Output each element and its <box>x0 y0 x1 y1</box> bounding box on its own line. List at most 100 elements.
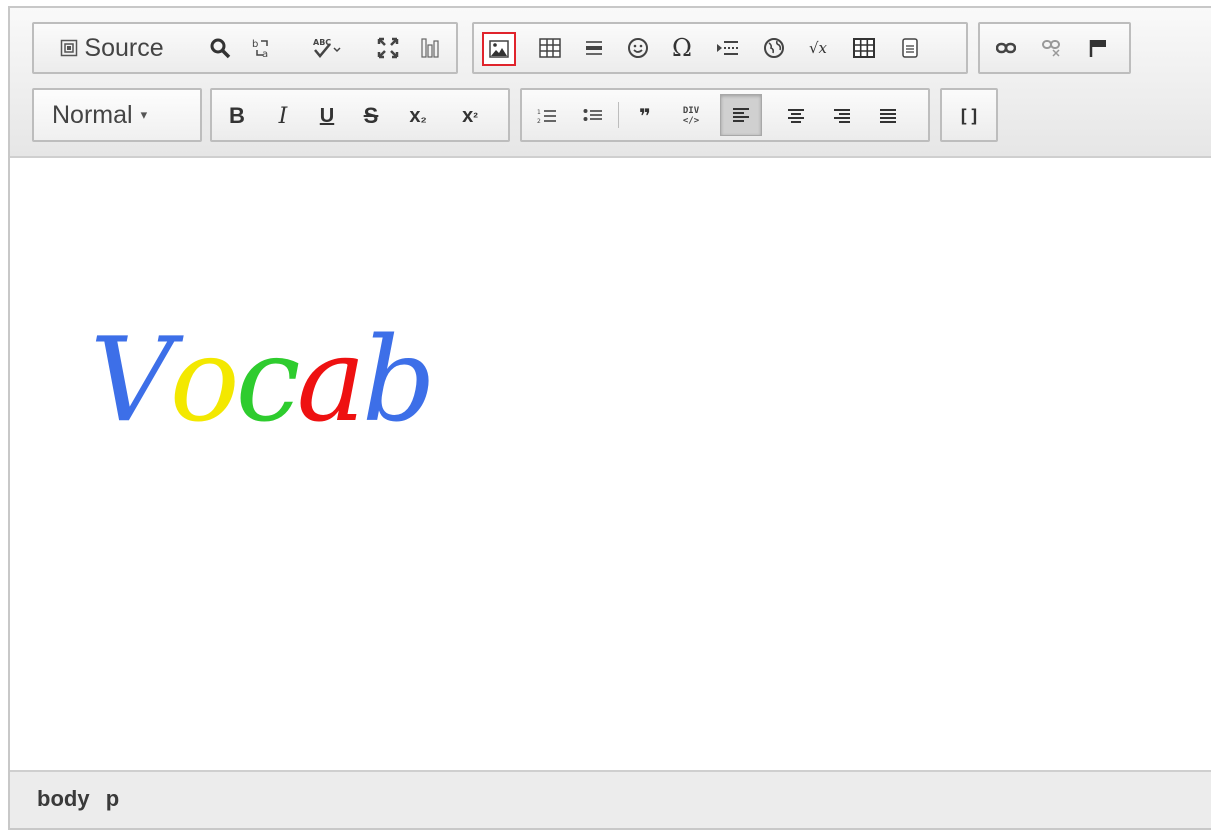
superscript-mark: ² <box>473 108 478 125</box>
vocab-letter: a <box>296 313 366 448</box>
superscript-icon: x² <box>462 105 478 128</box>
replace-icon: ba <box>251 37 273 59</box>
globe-icon <box>763 37 785 59</box>
align-center-icon <box>786 107 806 125</box>
svg-text:a: a <box>262 49 268 59</box>
format-combo-inner: Normal ▾ <box>38 96 196 134</box>
replace-button[interactable]: ba <box>244 30 280 66</box>
paragraph-separator <box>618 102 619 128</box>
horizontal-rule-icon <box>584 38 604 58</box>
smiley-button[interactable] <box>620 30 656 66</box>
div-label-bottom: </> <box>682 116 700 126</box>
link-button[interactable] <box>988 30 1024 66</box>
find-button[interactable] <box>202 30 238 66</box>
insert-table-button[interactable] <box>846 30 882 66</box>
vocab-letter: b <box>361 313 436 448</box>
page-break-icon <box>716 38 740 58</box>
source-icon <box>60 39 78 57</box>
format-combo-label: Normal <box>52 100 133 129</box>
quote-icon: ❞ <box>639 104 651 128</box>
align-left-icon <box>731 106 751 124</box>
flag-icon <box>1088 38 1108 58</box>
chevron-down-icon: ▾ <box>140 107 148 123</box>
smiley-icon <box>627 37 649 59</box>
source-button[interactable]: Source <box>42 30 182 66</box>
vocab-letter: c <box>235 313 301 448</box>
spellcheck-button[interactable]: ABC <box>304 30 350 66</box>
brackets-icon: [] <box>958 105 980 127</box>
svg-text:1: 1 <box>537 109 541 116</box>
align-center-button[interactable] <box>778 98 814 134</box>
div-label-top: DIV <box>682 106 700 116</box>
unlink-button[interactable] <box>1034 30 1070 66</box>
iframe-button[interactable] <box>756 30 792 66</box>
subscript-icon: x₂ <box>409 105 426 128</box>
editor-toolbar: Source ba ABC Ω √x Normal ▾ B I U S x₂ x… <box>10 8 1211 158</box>
subscript-base: x <box>409 104 421 127</box>
element-path: body p <box>37 786 129 812</box>
align-right-button[interactable] <box>824 98 860 134</box>
editor-content[interactable]: Vocab <box>10 158 1211 772</box>
justify-icon <box>878 107 898 125</box>
subscript-mark: ₂ <box>420 108 427 125</box>
bold-icon: B <box>229 103 245 128</box>
italic-icon: I <box>278 103 288 129</box>
justify-button[interactable] <box>870 98 906 134</box>
vocab-letter: o <box>169 313 240 448</box>
anchor-button[interactable] <box>1080 30 1116 66</box>
path-item-p[interactable]: p <box>106 786 119 811</box>
strike-button[interactable]: S <box>352 98 390 134</box>
special-char-button[interactable]: Ω <box>664 30 700 66</box>
link-icon <box>996 41 1016 55</box>
strike-icon: S <box>363 103 379 128</box>
path-item-body[interactable]: body <box>37 786 90 811</box>
svg-text:b: b <box>252 39 258 50</box>
image-button[interactable] <box>482 32 516 66</box>
maximize-button[interactable] <box>370 30 406 66</box>
align-right-icon <box>832 107 852 125</box>
table-button[interactable] <box>532 30 568 66</box>
format-combo[interactable]: Normal ▾ <box>32 88 202 142</box>
brackets-button[interactable]: [] <box>950 98 988 134</box>
document-icon <box>901 38 919 58</box>
page-break-button[interactable] <box>710 30 746 66</box>
grid-icon <box>853 38 875 58</box>
table-icon <box>539 38 561 58</box>
horizontal-rule-button[interactable] <box>576 30 612 66</box>
omega-icon: Ω <box>672 34 692 62</box>
toolbar-group-paragraph: 12 ❞ DIV </> <box>520 88 930 142</box>
bold-button[interactable]: B <box>218 98 256 134</box>
toolbar-group-insert: Ω √x <box>472 22 968 74</box>
show-blocks-icon <box>420 37 440 59</box>
toolbar-group-other: [] <box>940 88 998 142</box>
bulleted-list-icon <box>583 107 603 125</box>
maximize-icon <box>377 37 399 59</box>
underline-icon: U <box>319 104 335 127</box>
vocab-heading-image: Vocab <box>90 313 436 448</box>
source-label: Source <box>84 33 164 62</box>
align-left-button[interactable] <box>720 94 762 136</box>
numbered-list-icon: 12 <box>537 107 557 125</box>
show-blocks-button[interactable] <box>412 30 448 66</box>
spellcheck-icon: ABC <box>312 36 342 60</box>
element-path-bar: body p <box>10 770 1211 828</box>
bulleted-list-button[interactable] <box>574 98 612 134</box>
template-button[interactable] <box>892 30 928 66</box>
search-icon <box>209 37 231 59</box>
numbered-list-button[interactable]: 12 <box>528 98 566 134</box>
italic-button[interactable]: I <box>264 98 302 134</box>
subscript-button[interactable]: x₂ <box>398 98 438 134</box>
toolbar-group-links <box>978 22 1131 74</box>
toolbar-group-basicstyles: B I U S x₂ x² <box>210 88 510 142</box>
image-icon <box>489 40 509 58</box>
sqrt-icon: √x <box>808 39 828 57</box>
superscript-base: x <box>462 104 474 127</box>
unlink-icon <box>1042 38 1062 58</box>
superscript-button[interactable]: x² <box>450 98 490 134</box>
toolbar-group-document: Source ba ABC <box>32 22 458 74</box>
math-button[interactable]: √x <box>800 30 836 66</box>
underline-button[interactable]: U <box>308 98 346 134</box>
vocab-letter: V <box>90 313 174 448</box>
create-div-button[interactable]: DIV </> <box>672 98 710 134</box>
blockquote-button[interactable]: ❞ <box>626 98 664 134</box>
